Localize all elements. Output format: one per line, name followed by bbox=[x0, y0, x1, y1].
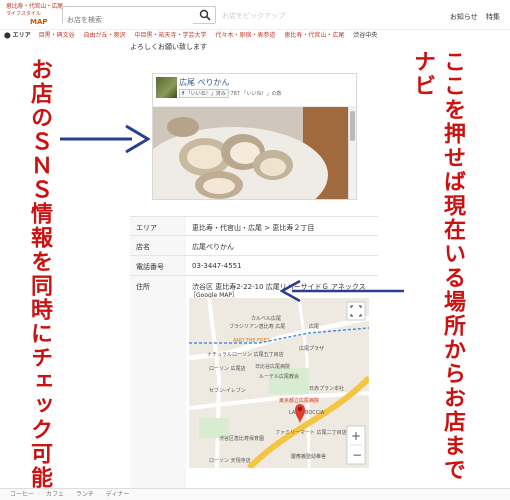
info-key-area: エリア bbox=[130, 216, 186, 236]
map-label: セブン-イレブン bbox=[209, 387, 246, 394]
footer-link[interactable]: カフェ bbox=[46, 491, 64, 498]
map-label: LA BISBOCCIA bbox=[289, 410, 325, 416]
search-input[interactable] bbox=[63, 12, 193, 28]
logo-line-2: ライフスタイル bbox=[6, 11, 42, 17]
map-label: ローソン 広尾店 bbox=[209, 365, 246, 372]
clam-photo bbox=[153, 107, 350, 199]
header-nav: お知らせ 特集 bbox=[444, 12, 500, 22]
area-link-yoyogi[interactable]: 代々木・原宿・表参道 bbox=[215, 32, 275, 39]
area-link-ebisu[interactable]: 恵比寿・代官山・広尾 bbox=[284, 32, 344, 39]
google-map[interactable]: カルベル広尾 ブラジリアン恵比寿 広尾 広尾 AND THE FRET ナチュラ… bbox=[189, 298, 369, 468]
facebook-like-count: 787 「いいね！」の数 bbox=[230, 91, 282, 97]
map-label: ブラジリアン恵比寿 広尾 bbox=[229, 323, 285, 330]
facebook-embed-scrollbar[interactable] bbox=[348, 107, 356, 199]
facebook-page-embed[interactable]: 広尾 ぺりかん f 「いいね！」済み 787 「いいね！」の数 bbox=[152, 73, 357, 200]
nav-news[interactable]: お知らせ bbox=[450, 13, 478, 21]
facebook-page-name[interactable]: 広尾 ぺりかん bbox=[179, 77, 230, 88]
arrow-right-icon bbox=[60, 124, 150, 154]
footer-bar: コーヒー カフェ ランチ ディナー bbox=[0, 488, 510, 500]
info-key-name: 店名 bbox=[130, 235, 186, 256]
site-logo[interactable]: 恵比寿・代官山・広尾 ライフスタイル MAP bbox=[6, 3, 64, 27]
search-box bbox=[62, 6, 216, 28]
area-link-meguro[interactable]: 目黒・碑文谷 bbox=[39, 32, 75, 39]
map-zoom-controls[interactable]: + − bbox=[346, 425, 366, 465]
map-label: 東京都立広尾病院 bbox=[279, 397, 319, 404]
facebook-like-row: f 「いいね！」済み 787 「いいね！」の数 bbox=[179, 89, 282, 98]
area-link-shibuya[interactable]: 渋谷中央 bbox=[353, 32, 377, 39]
facebook-page-avatar[interactable] bbox=[156, 77, 177, 98]
table-row: 電話番号 03-3447-4551 bbox=[130, 255, 378, 276]
table-row: 店名 広尾ぺりかん bbox=[130, 235, 378, 256]
info-value-area[interactable]: 恵比寿・代官山・広尾 > 恵比寿２丁目 bbox=[186, 216, 378, 236]
footer-link[interactable]: ディナー bbox=[106, 491, 130, 498]
area-bar: ⬤ エリア 目黒・碑文谷 自由が丘・奥沢 中目黒・祐天寺・学芸大学 代々木・原宿… bbox=[0, 30, 510, 40]
map-label: カルベル広尾 bbox=[251, 315, 281, 322]
location-pin-icon: ⬤ bbox=[4, 32, 11, 39]
map-label: 日比谷広尾病院 bbox=[255, 363, 290, 370]
facebook-like-label: 「いいね！」済み bbox=[185, 91, 226, 97]
area-label: エリア bbox=[12, 32, 31, 39]
info-key-address: 住所 bbox=[130, 275, 186, 491]
greeting-text: よろしくお願い致します bbox=[130, 43, 207, 51]
map-label: ファミリーマート 広尾二丁目店 bbox=[275, 429, 347, 436]
site-header: 恵比寿・代官山・広尾 ライフスタイル MAP お店をピックアップ お知らせ 特集 bbox=[0, 0, 510, 30]
info-key-phone: 電話番号 bbox=[130, 255, 186, 276]
map-label: 広尾プラザ bbox=[299, 345, 324, 352]
facebook-f-icon: f bbox=[182, 91, 185, 97]
area-link-nakameguro[interactable]: 中目黒・祐天寺・学芸大学 bbox=[134, 32, 206, 39]
info-value-name: 広尾ぺりかん bbox=[186, 235, 378, 256]
logo-line-3: MAP bbox=[30, 18, 48, 26]
annotation-right-text: ここを押せば現在いる場所からお店までナビ bbox=[410, 50, 466, 482]
logo-line-1: 恵比寿・代官山・広尾 bbox=[6, 3, 64, 10]
map-label: 広尾 bbox=[309, 323, 319, 330]
fullscreen-icon[interactable] bbox=[346, 301, 366, 321]
zoom-in-button[interactable]: + bbox=[351, 429, 361, 443]
footer-link[interactable]: コーヒー bbox=[10, 491, 34, 498]
scrollbar-thumb[interactable] bbox=[350, 111, 355, 141]
map-label: 慶應義塾幼稚舎 bbox=[291, 453, 326, 460]
map-label: ナチュラルローソン 広尾五丁目店 bbox=[207, 351, 284, 358]
footer-link[interactable]: ランチ bbox=[76, 491, 94, 498]
facebook-embed-header: 広尾 ぺりかん f 「いいね！」済み 787 「いいね！」の数 bbox=[153, 74, 356, 107]
zoom-out-button[interactable]: − bbox=[352, 448, 362, 462]
header-faint-text: お店をピックアップ bbox=[222, 12, 285, 20]
map-label: AND THE FRET bbox=[233, 338, 271, 344]
info-value-phone[interactable]: 03-3447-4551 bbox=[186, 255, 378, 276]
area-link-jiyugaoka[interactable]: 自由が丘・奥沢 bbox=[84, 32, 126, 39]
map-canvas[interactable]: カルベル広尾 ブラジリアン恵比寿 広尾 広尾 AND THE FRET ナチュラ… bbox=[189, 298, 369, 468]
annotation-left-text: お店のＳＮＳ情報を同時にチェック可能 bbox=[27, 58, 53, 490]
map-label: 渋谷区恵比寿保育園 bbox=[219, 435, 264, 442]
map-label: ルーテル広尾教会 bbox=[259, 373, 299, 380]
table-row: エリア 恵比寿・代官山・広尾 > 恵比寿２丁目 bbox=[130, 216, 378, 236]
facebook-like-button[interactable]: f 「いいね！」済み bbox=[179, 89, 229, 98]
map-label: 日赤プラン本社 bbox=[309, 385, 344, 392]
arrow-left-icon bbox=[280, 279, 404, 303]
search-icon[interactable] bbox=[199, 9, 211, 21]
nav-feature[interactable]: 特集 bbox=[486, 13, 500, 21]
map-label: ローソン 天現寺店 bbox=[209, 457, 251, 464]
